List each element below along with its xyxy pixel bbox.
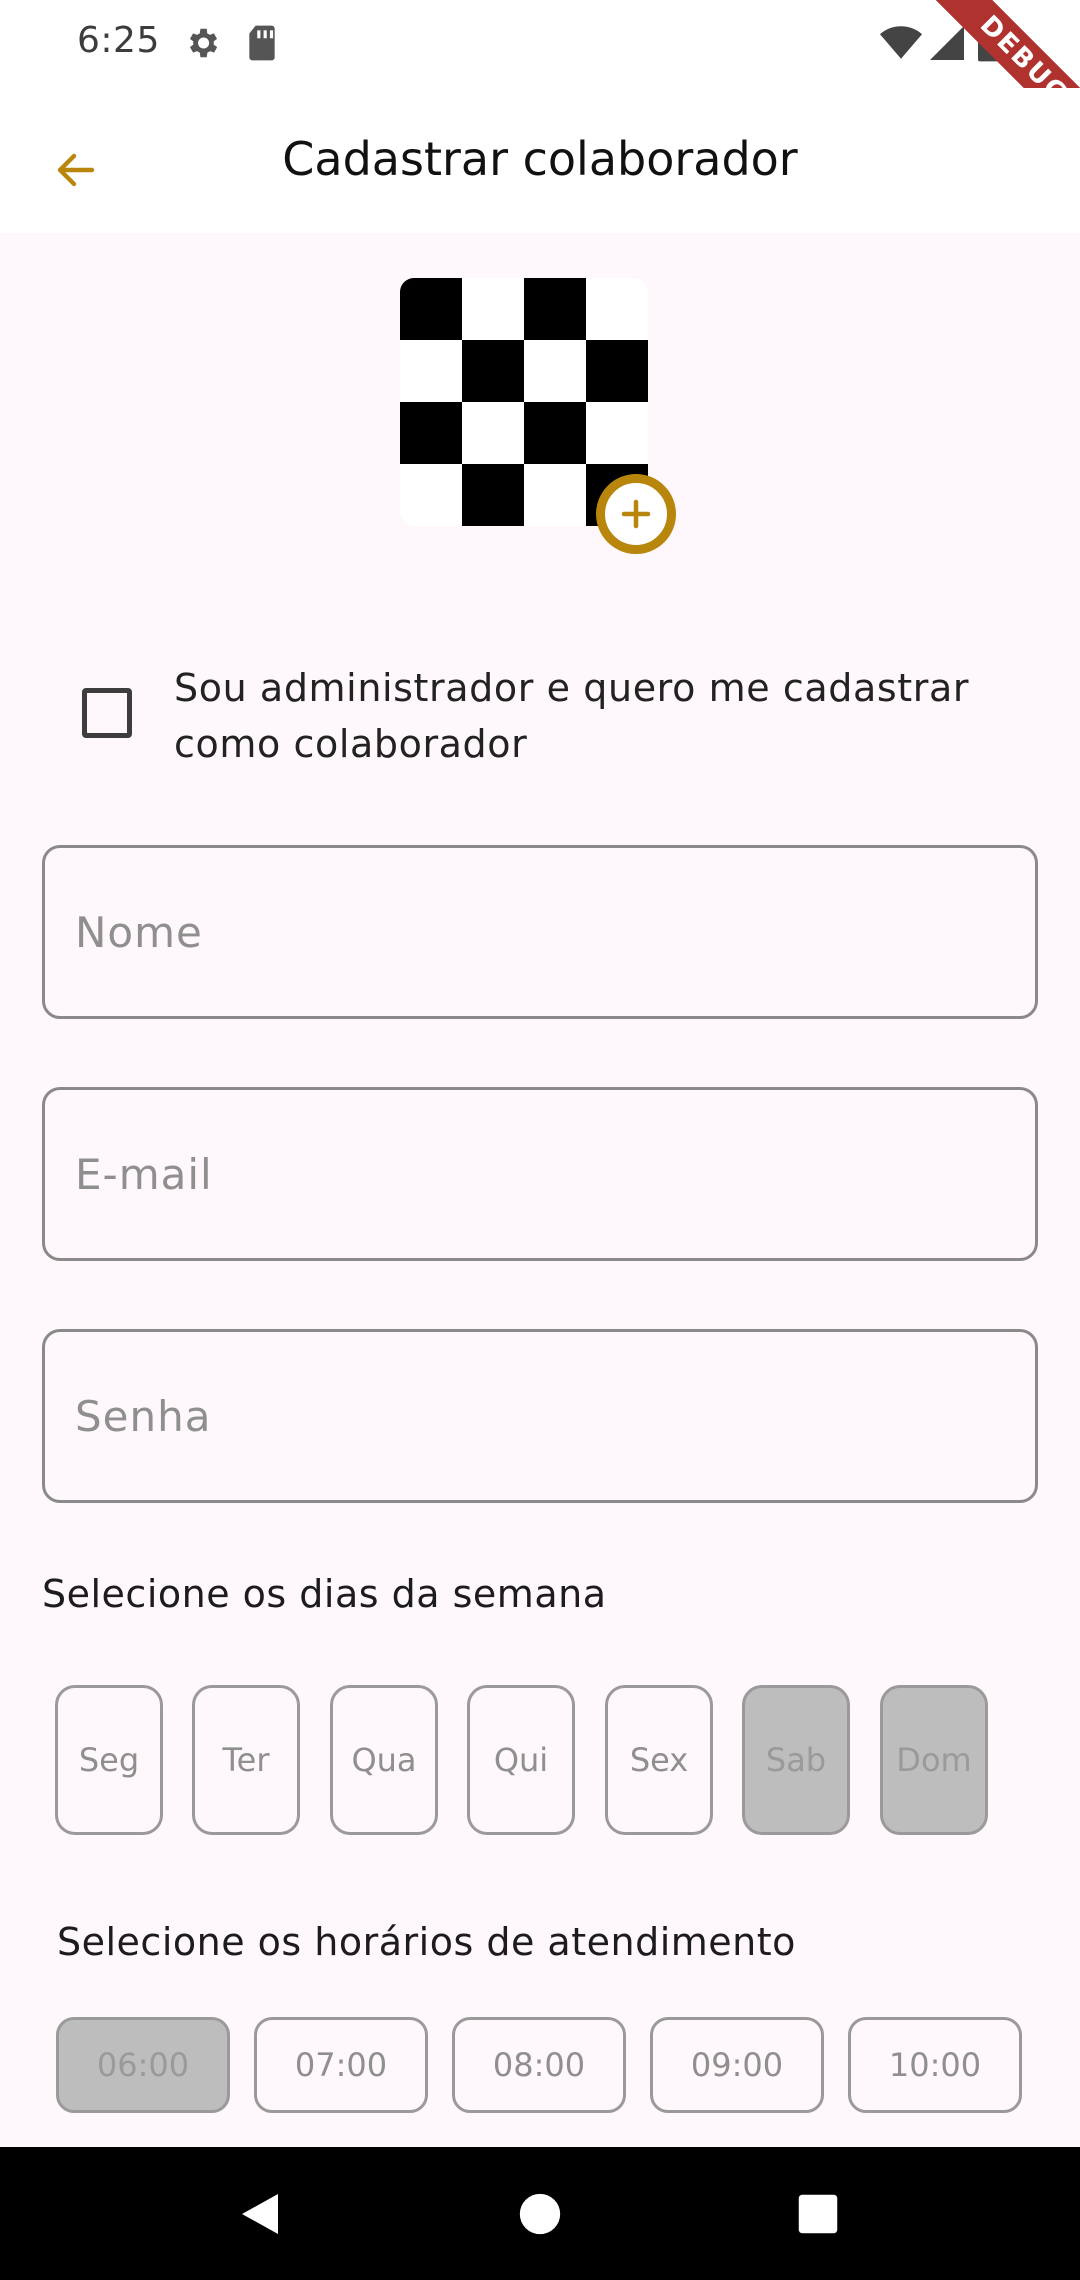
day-chip-seg[interactable]: Seg (55, 1685, 163, 1835)
day-chip-dom[interactable]: Dom (880, 1685, 988, 1835)
back-triangle-icon (242, 2193, 278, 2234)
day-chip-sab[interactable]: Sab (742, 1685, 850, 1835)
admin-checkbox-label: Sou administrador e quero me cadastrar c… (174, 666, 970, 766)
nav-home-button[interactable] (480, 2147, 600, 2280)
hour-chip-0700[interactable]: 07:00 (254, 2017, 428, 2113)
status-bar: 6:25 DEBUG (0, 0, 1080, 159)
nav-recents-button[interactable] (758, 2147, 878, 2280)
hour-chip-0900[interactable]: 09:00 (650, 2017, 824, 2113)
admin-checkbox[interactable] (82, 688, 132, 738)
wifi-icon (880, 24, 922, 66)
hour-chip-0600[interactable]: 06:00 (56, 2017, 230, 2113)
avatar-picker[interactable] (400, 278, 676, 554)
day-chip-qui[interactable]: Qui (467, 1685, 575, 1835)
email-field[interactable] (42, 1087, 1038, 1261)
hour-chip-0800[interactable]: 08:00 (452, 2017, 626, 2113)
status-time: 6:25 (77, 20, 160, 61)
add-photo-button[interactable] (596, 474, 676, 554)
app-bar: Cadastrar colaborador (0, 88, 1080, 233)
system-nav-bar (0, 2147, 1080, 2280)
days-label: Selecione os dias da semana (42, 1572, 607, 1616)
day-chip-ter[interactable]: Ter (192, 1685, 300, 1835)
hour-chip-1000[interactable]: 10:00 (848, 2017, 1022, 2113)
day-chip-sex[interactable]: Sex (605, 1685, 713, 1835)
senha-field[interactable] (42, 1329, 1038, 1503)
hours-label: Selecione os horários de atendimento (57, 1920, 796, 1964)
day-chip-qua[interactable]: Qua (330, 1685, 438, 1835)
page-title: Cadastrar colaborador (282, 132, 798, 186)
recents-square-icon (798, 2194, 838, 2233)
add-circle-icon (621, 499, 651, 529)
nome-field[interactable] (42, 845, 1038, 1019)
home-circle-icon (519, 2193, 561, 2234)
nav-back-button[interactable] (200, 2147, 320, 2280)
gear-icon (183, 24, 221, 66)
sd-card-icon (245, 24, 279, 66)
